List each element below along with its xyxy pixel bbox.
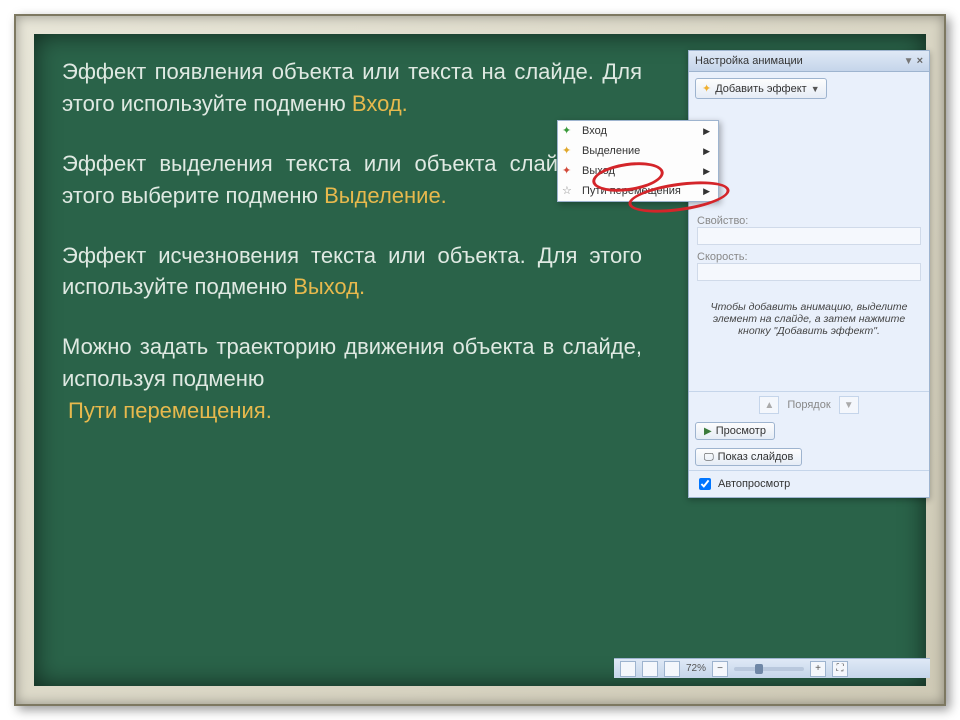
sorter-view-button[interactable] xyxy=(642,661,658,677)
zoom-out-button[interactable]: − xyxy=(712,661,728,677)
normal-view-button[interactable] xyxy=(620,661,636,677)
submenu-arrow-icon: ▶ xyxy=(703,166,710,177)
zoom-value: 72% xyxy=(686,663,706,674)
highlight-entry: Вход. xyxy=(352,91,408,116)
paragraph-motion: Можно задать траекторию движения объекта… xyxy=(62,331,642,427)
zoom-slider[interactable] xyxy=(734,667,804,671)
screen-icon: 🖵 xyxy=(704,452,714,463)
property-select[interactable] xyxy=(697,227,921,245)
submenu-arrow-icon: ▶ xyxy=(703,186,710,197)
order-label: Порядок xyxy=(787,399,830,411)
emphasis-icon: ✦ xyxy=(562,144,571,157)
zoom-fit-button[interactable]: ⛶ xyxy=(832,661,848,677)
add-effect-label: Добавить эффект xyxy=(715,83,806,95)
menu-item-motion[interactable]: ☆ Пути перемещения ▶ xyxy=(558,181,718,201)
autopreview-label: Автопросмотр xyxy=(718,478,790,490)
highlight-exit: Выход. xyxy=(293,274,365,299)
highlight-motion: Пути перемещения. xyxy=(62,398,272,423)
move-down-button[interactable]: ▼ xyxy=(839,396,859,414)
wooden-frame: Эффект появления объекта или текста на с… xyxy=(14,14,946,706)
menu-item-entry[interactable]: ✦ Вход ▶ xyxy=(558,121,718,141)
menu-item-exit[interactable]: ✦ Выход ▶ xyxy=(558,161,718,181)
close-icon[interactable]: × xyxy=(917,55,923,67)
pin-icon[interactable]: ▼ xyxy=(904,56,914,67)
zoom-in-button[interactable]: + xyxy=(810,661,826,677)
status-bar: 72% − + ⛶ xyxy=(614,658,930,678)
preview-button[interactable]: ▶ Просмотр xyxy=(695,422,775,440)
pane-body: Свойство: Скорость: Чтобы добавить анима… xyxy=(689,205,929,391)
effect-submenu: ✦ Вход ▶ ✦ Выделение ▶ ✦ Выход ▶ xyxy=(557,120,719,202)
pane-controls: ▼ × xyxy=(904,55,923,67)
add-effect-button[interactable]: ✦ Добавить эффект ▼ xyxy=(695,78,827,99)
autopreview-input[interactable] xyxy=(699,478,711,490)
exit-icon: ✦ xyxy=(562,164,571,177)
pane-title: Настройка анимации xyxy=(695,55,803,67)
menu-label: Вход xyxy=(582,125,607,137)
paragraph-emphasis: Эффект выделения текста или объекта слай… xyxy=(62,148,642,212)
paragraph-exit: Эффект исчезновения текста или объекта. … xyxy=(62,240,642,304)
paragraph-entry: Эффект появления объекта или текста на с… xyxy=(62,56,642,120)
menu-item-emphasis[interactable]: ✦ Выделение ▶ xyxy=(558,141,718,161)
reorder-bar: ▲ Порядок ▼ xyxy=(689,391,929,418)
speed-select[interactable] xyxy=(697,263,921,281)
slide-text-block: Эффект появления объекта или текста на с… xyxy=(62,56,642,427)
pane-header: Настройка анимации ▼ × xyxy=(689,51,929,72)
menu-label: Выделение xyxy=(582,145,640,157)
property-label: Свойство: xyxy=(697,215,921,227)
submenu-arrow-icon: ▶ xyxy=(703,126,710,137)
speed-label: Скорость: xyxy=(697,251,921,263)
menu-label: Пути перемещения xyxy=(582,185,681,197)
submenu-arrow-icon: ▶ xyxy=(703,146,710,157)
motion-path-icon: ☆ xyxy=(562,184,572,197)
highlight-emphasis: Выделение. xyxy=(324,183,447,208)
entry-icon: ✦ xyxy=(562,124,571,137)
chalkboard-slide: Эффект появления объекта или текста на с… xyxy=(34,34,926,686)
chevron-down-icon: ▼ xyxy=(811,84,820,94)
slideshow-button[interactable]: 🖵 Показ слайдов xyxy=(695,448,802,466)
preview-label: Просмотр xyxy=(716,425,766,437)
autopreview-checkbox[interactable]: Автопросмотр xyxy=(689,470,929,497)
move-up-button[interactable]: ▲ xyxy=(759,396,779,414)
menu-label: Выход xyxy=(582,165,615,177)
animation-pane: Настройка анимации ▼ × ✦ Добавить эффект… xyxy=(688,50,930,498)
slideshow-label: Показ слайдов xyxy=(718,451,794,463)
slideshow-view-button[interactable] xyxy=(664,661,680,677)
text: Можно задать траекторию движения объекта… xyxy=(62,334,642,391)
play-icon: ▶ xyxy=(704,426,712,437)
pane-hint: Чтобы добавить анимацию, выделите элемен… xyxy=(709,301,909,337)
star-icon: ✦ xyxy=(702,82,711,95)
